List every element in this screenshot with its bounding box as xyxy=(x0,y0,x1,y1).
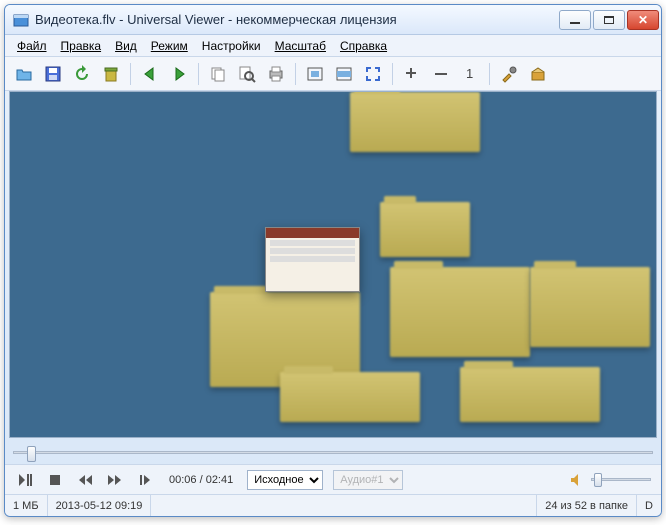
open-button[interactable] xyxy=(11,61,37,87)
maximize-button[interactable] xyxy=(593,10,625,30)
fit-window-button[interactable] xyxy=(302,61,328,87)
zoom-out-button[interactable] xyxy=(428,61,454,87)
play-pause-button[interactable] xyxy=(15,470,35,490)
toolbar-separator xyxy=(198,63,199,85)
status-position: 24 из 52 в папке xyxy=(537,495,637,516)
forward-button[interactable] xyxy=(166,61,192,87)
playback-controls: 00:06 / 02:41 Исходное Аудио#1 xyxy=(5,464,661,494)
svg-text:1: 1 xyxy=(466,66,473,81)
rewind-button[interactable] xyxy=(75,470,95,490)
statusbar: 1 МБ 2013-05-12 09:19 24 из 52 в папке D xyxy=(5,494,661,516)
seek-bar[interactable] xyxy=(13,442,653,464)
video-content-folder xyxy=(350,92,480,152)
zoom-in-button[interactable] xyxy=(399,61,425,87)
titlebar[interactable]: Видеотека.flv - Universal Viewer - неком… xyxy=(5,5,661,35)
audio-track-select[interactable]: Аудио#1 xyxy=(333,470,403,490)
menu-mode[interactable]: Режим xyxy=(145,37,194,55)
video-content-folder xyxy=(280,372,420,422)
close-button[interactable]: ✕ xyxy=(627,10,659,30)
video-content-folder xyxy=(530,267,650,347)
status-date: 2013-05-12 09:19 xyxy=(48,495,152,516)
back-button[interactable] xyxy=(137,61,163,87)
fast-forward-button[interactable] xyxy=(105,470,125,490)
status-spacer xyxy=(151,495,537,516)
search-button[interactable] xyxy=(234,61,260,87)
tools-button[interactable] xyxy=(496,61,522,87)
time-display: 00:06 / 02:41 xyxy=(165,474,237,486)
menu-edit[interactable]: Правка xyxy=(55,37,108,55)
minimize-button[interactable] xyxy=(559,10,591,30)
menu-zoom[interactable]: Масштаб xyxy=(269,37,332,55)
status-filesize: 1 МБ xyxy=(5,495,48,516)
video-content-window xyxy=(265,227,360,292)
copy-button[interactable] xyxy=(205,61,231,87)
window-title: Видеотека.flv - Universal Viewer - неком… xyxy=(35,12,559,27)
delete-button[interactable] xyxy=(98,61,124,87)
video-content-folder xyxy=(460,367,600,422)
scale-select[interactable]: Исходное xyxy=(247,470,323,490)
menu-settings[interactable]: Настройки xyxy=(196,37,267,55)
menu-file[interactable]: Файл xyxy=(11,37,53,55)
menubar: Файл Правка Вид Режим Настройки Масштаб … xyxy=(5,35,661,57)
reload-button[interactable] xyxy=(69,61,95,87)
toolbar-separator xyxy=(295,63,296,85)
save-button[interactable] xyxy=(40,61,66,87)
print-button[interactable] xyxy=(263,61,289,87)
step-button[interactable] xyxy=(135,470,155,490)
zoom-100-button[interactable]: 1 xyxy=(457,61,483,87)
app-window: Видеотека.flv - Universal Viewer - неком… xyxy=(4,4,662,517)
toolbar: 1 xyxy=(5,57,661,91)
stop-button[interactable] xyxy=(45,470,65,490)
menu-help[interactable]: Справка xyxy=(334,37,393,55)
video-content-folder xyxy=(380,202,470,257)
toolbar-separator xyxy=(489,63,490,85)
volume-icon[interactable] xyxy=(567,470,587,490)
toolbar-separator xyxy=(130,63,131,85)
video-content-folder xyxy=(390,267,530,357)
video-viewport[interactable] xyxy=(9,91,657,438)
volume-slider[interactable] xyxy=(591,478,651,481)
fullscreen-button[interactable] xyxy=(360,61,386,87)
seek-thumb[interactable] xyxy=(27,446,36,462)
toolbar-separator xyxy=(392,63,393,85)
fit-width-button[interactable] xyxy=(331,61,357,87)
status-extra: D xyxy=(637,495,661,516)
plugins-button[interactable] xyxy=(525,61,551,87)
app-icon xyxy=(13,12,29,28)
seek-track xyxy=(13,451,653,454)
volume-thumb[interactable] xyxy=(594,473,602,487)
menu-view[interactable]: Вид xyxy=(109,37,143,55)
